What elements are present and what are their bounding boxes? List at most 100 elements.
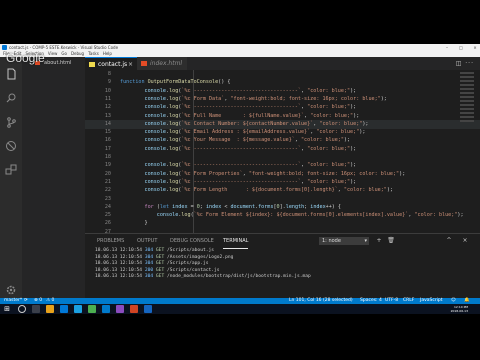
code-token: log xyxy=(169,129,179,136)
editor-actions-more-icon[interactable]: ◫ ··· xyxy=(456,57,474,70)
code-token: ); xyxy=(350,145,357,152)
bottom-panel: PROBLEMS OUTPUT DEBUG CONSOLE TERMINAL 1… xyxy=(85,233,480,298)
file-explorer-icon[interactable] xyxy=(46,305,54,313)
tab-debug-console[interactable]: DEBUG CONSOLE xyxy=(170,234,214,248)
terminal-line: 18.06.13 12:10:54 304 GET /node_modules/… xyxy=(95,274,311,281)
tab-problems[interactable]: PROBLEMS xyxy=(97,234,124,248)
code-token: "color: blue;" xyxy=(414,212,458,219)
taskbar-clock[interactable]: 12:10 PM 2018-06-13 xyxy=(451,305,468,313)
code-token: `%c ----------------------------------` xyxy=(181,87,301,94)
visual-studio-icon[interactable] xyxy=(116,305,124,313)
code-token: length xyxy=(285,203,305,210)
code-token: ); xyxy=(350,104,357,111)
vscode-window: contact.js - COMP-5 ESTE.Keswick - Visua… xyxy=(0,44,480,304)
close-icon[interactable]: × xyxy=(472,44,478,51)
code-token: `%c ----------------------------------` xyxy=(181,178,301,185)
explorer-icon[interactable] xyxy=(5,65,17,80)
code-token: console xyxy=(120,170,167,177)
code-token: `%c Contact Number: ${contactNumber.valu… xyxy=(181,120,314,127)
code-token: () { xyxy=(218,79,231,86)
terminal-line: 18.06.13 12:10:54 304 GET /Scripts/about… xyxy=(95,248,214,255)
terminal-time: 18.06.13 12:10:54 xyxy=(95,248,143,253)
code-token: ); xyxy=(386,187,393,194)
code-token: `%c Form Element ${index}: ${document.fo… xyxy=(193,212,409,219)
chevron-down-icon: ▾ xyxy=(364,238,367,244)
letterbox-top xyxy=(0,0,480,44)
code-token: console xyxy=(120,187,167,194)
store-icon[interactable] xyxy=(74,305,82,313)
code-token: console xyxy=(120,120,167,127)
code-token: function xyxy=(120,79,148,86)
code-token: "color: blue;" xyxy=(316,129,360,136)
code-token: `%c ----------------------------------` xyxy=(181,145,301,152)
app-taskbar-icon[interactable] xyxy=(130,305,138,313)
add-terminal-icon[interactable]: + xyxy=(375,237,383,245)
tab-index-html[interactable]: index.html xyxy=(137,57,187,70)
tab-contact-js[interactable]: contact.js × xyxy=(85,57,137,70)
search-icon[interactable] xyxy=(5,89,17,103)
js-file-icon xyxy=(89,62,95,67)
task-view-icon[interactable] xyxy=(32,305,40,313)
code-token: log xyxy=(169,145,179,152)
code-token: `%c Form Length : ${document.forms[0].le… xyxy=(181,187,338,194)
windows-start-icon[interactable]: ⊞ xyxy=(3,305,11,313)
code-token: log xyxy=(169,137,179,144)
terminal-method: GET xyxy=(155,254,165,260)
maximize-panel-icon[interactable]: ^ xyxy=(445,237,453,245)
terminal-output[interactable]: 18.06.13 12:10:54 304 GET /Scripts/about… xyxy=(85,248,480,298)
code-token: console xyxy=(120,129,167,136)
debug-icon[interactable] xyxy=(5,137,17,151)
code-token: } xyxy=(120,220,148,227)
chrome-icon[interactable] xyxy=(88,305,96,313)
code-token: ); xyxy=(399,170,406,177)
code-editor[interactable]: 8 9 function OutputFormDataToConsole() {10… xyxy=(85,70,480,233)
code-token: console xyxy=(120,87,167,94)
explorer-sidebar: about.html xyxy=(22,57,85,298)
code-token: console xyxy=(120,212,179,219)
terminal-path: /Scripts/about.js xyxy=(167,248,215,253)
vscode-taskbar-icon[interactable] xyxy=(102,305,110,313)
code-token: `%c Full Name : ${fullName.value}` xyxy=(181,112,305,119)
editor-tabs: contact.js × index.html ◫ ··· xyxy=(85,57,480,70)
terminal-method: GET xyxy=(155,248,165,253)
code-token: console xyxy=(120,137,167,144)
terminal-code: 304 xyxy=(144,274,154,280)
tab-label: index.html xyxy=(150,60,183,67)
terminal-select[interactable]: 1: node ▾ xyxy=(319,237,369,245)
code-token: "color: blue;" xyxy=(307,104,351,111)
maximize-icon[interactable]: □ xyxy=(458,44,464,51)
terminal-method: GET xyxy=(155,261,165,267)
explorer-file-label: about.html xyxy=(44,60,72,66)
code-token: log xyxy=(169,120,179,127)
search-taskbar-icon[interactable] xyxy=(18,305,26,313)
settings-gear-icon[interactable] xyxy=(5,281,17,295)
window-title: contact.js - COMP-5 ESTE.Keswick - Visua… xyxy=(9,45,119,50)
app-taskbar-icon[interactable] xyxy=(144,305,152,313)
clock-date: 2018-06-13 xyxy=(450,309,468,313)
tab-terminal[interactable]: TERMINAL xyxy=(223,234,249,249)
code-token: log xyxy=(169,170,179,177)
code-token: log xyxy=(169,112,179,119)
extensions-icon[interactable] xyxy=(5,161,17,175)
minimize-icon[interactable]: – xyxy=(444,44,450,51)
trash-icon[interactable]: 🗑 xyxy=(387,237,395,245)
terminal-path: /Scripts/contact.js xyxy=(167,267,220,273)
source-control-icon[interactable] xyxy=(5,113,17,128)
window-controls: – □ × xyxy=(444,44,478,51)
terminal-time: 18.06.13 12:10:54 xyxy=(95,267,143,273)
code-token: ); xyxy=(362,120,369,127)
edge-browser-icon[interactable] xyxy=(60,305,68,313)
code-token: log xyxy=(169,178,179,185)
code-token: console xyxy=(120,162,167,169)
code-token: console xyxy=(120,178,167,185)
code-token: console xyxy=(120,95,167,102)
code-token: ); xyxy=(350,87,357,94)
google-watermark: Google xyxy=(6,51,45,65)
vscode-app-icon xyxy=(2,45,7,50)
tab-output[interactable]: OUTPUT xyxy=(137,234,157,248)
terminal-time: 18.06.13 12:10:54 xyxy=(95,274,143,280)
terminal-path: /Scripts/app.js xyxy=(167,261,209,267)
minimap[interactable] xyxy=(460,70,474,233)
close-panel-icon[interactable]: × xyxy=(461,237,469,245)
code-token: console xyxy=(120,112,167,119)
